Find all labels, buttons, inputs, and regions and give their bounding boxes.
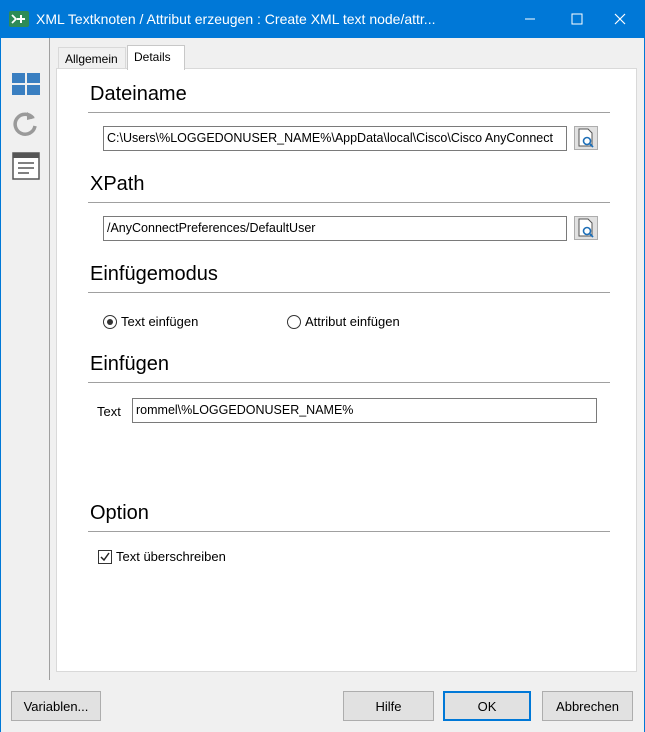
checkmark-icon <box>100 552 110 561</box>
file-browse-icon <box>578 128 594 148</box>
maximize-icon <box>571 13 583 25</box>
section-title-einfuegen: Einfügen <box>90 353 169 375</box>
maximize-button[interactable] <box>554 0 600 38</box>
overwrite-text-checkbox[interactable] <box>98 549 112 564</box>
tab-allgemein[interactable]: Allgemein <box>58 47 126 69</box>
cancel-button[interactable]: Abbrechen <box>542 691 633 721</box>
tab-details[interactable]: Details <box>127 45 185 70</box>
section-title-xpath: XPath <box>90 173 145 195</box>
radio-text-einfuegen-label: Text einfügen <box>121 314 199 329</box>
section-title-dateiname: Dateiname <box>90 83 187 105</box>
tab-allgemein-label: Allgemein <box>65 52 118 66</box>
radio-button-unchecked[interactable] <box>287 314 301 329</box>
minimize-icon <box>525 18 535 20</box>
overwrite-text-checkbox-row[interactable]: Text überschreiben <box>98 549 226 564</box>
title-bar: XML Textknoten / Attribut erzeugen : Cre… <box>0 0 645 38</box>
section-divider <box>88 112 610 113</box>
layout-grid-icon[interactable] <box>11 70 41 100</box>
section-title-option: Option <box>90 502 149 524</box>
radio-attribut-einfuegen[interactable]: Attribut einfügen <box>287 314 400 329</box>
variables-button[interactable]: Variablen... <box>11 691 101 721</box>
radio-button-checked[interactable] <box>103 314 117 329</box>
xml-app-icon <box>9 11 29 27</box>
details-panel: Dateiname C:\Users\%LOGGEDONUSER_NAME%\A… <box>56 68 637 672</box>
radio-attribut-einfuegen-label: Attribut einfügen <box>305 314 400 329</box>
refresh-icon[interactable] <box>11 108 41 138</box>
filename-input[interactable]: C:\Users\%LOGGEDONUSER_NAME%\AppData\loc… <box>103 126 567 151</box>
tab-details-label: Details <box>134 50 171 64</box>
text-input[interactable]: rommel\%LOGGEDONUSER_NAME% <box>132 398 597 423</box>
window-title: XML Textknoten / Attribut erzeugen : Cre… <box>36 11 436 27</box>
text-field-label: Text <box>97 404 121 419</box>
radio-text-einfuegen[interactable]: Text einfügen <box>103 314 198 329</box>
close-icon <box>614 13 626 25</box>
section-divider <box>88 202 610 203</box>
ok-button[interactable]: OK <box>443 691 531 721</box>
minimize-button[interactable] <box>507 0 553 38</box>
close-button[interactable] <box>597 0 643 38</box>
browse-file-button[interactable] <box>574 126 598 150</box>
xpath-input[interactable]: /AnyConnectPreferences/DefaultUser <box>103 216 567 241</box>
section-divider <box>88 531 610 532</box>
section-title-einfuegemodus: Einfügemodus <box>90 263 218 285</box>
file-browse-icon <box>578 218 594 238</box>
help-button[interactable]: Hilfe <box>343 691 434 721</box>
browse-xpath-button[interactable] <box>574 216 598 240</box>
form-list-icon[interactable] <box>11 151 41 181</box>
left-toolbar <box>1 38 50 680</box>
section-divider <box>88 292 610 293</box>
overwrite-text-label: Text überschreiben <box>116 549 226 564</box>
section-divider <box>88 382 610 383</box>
